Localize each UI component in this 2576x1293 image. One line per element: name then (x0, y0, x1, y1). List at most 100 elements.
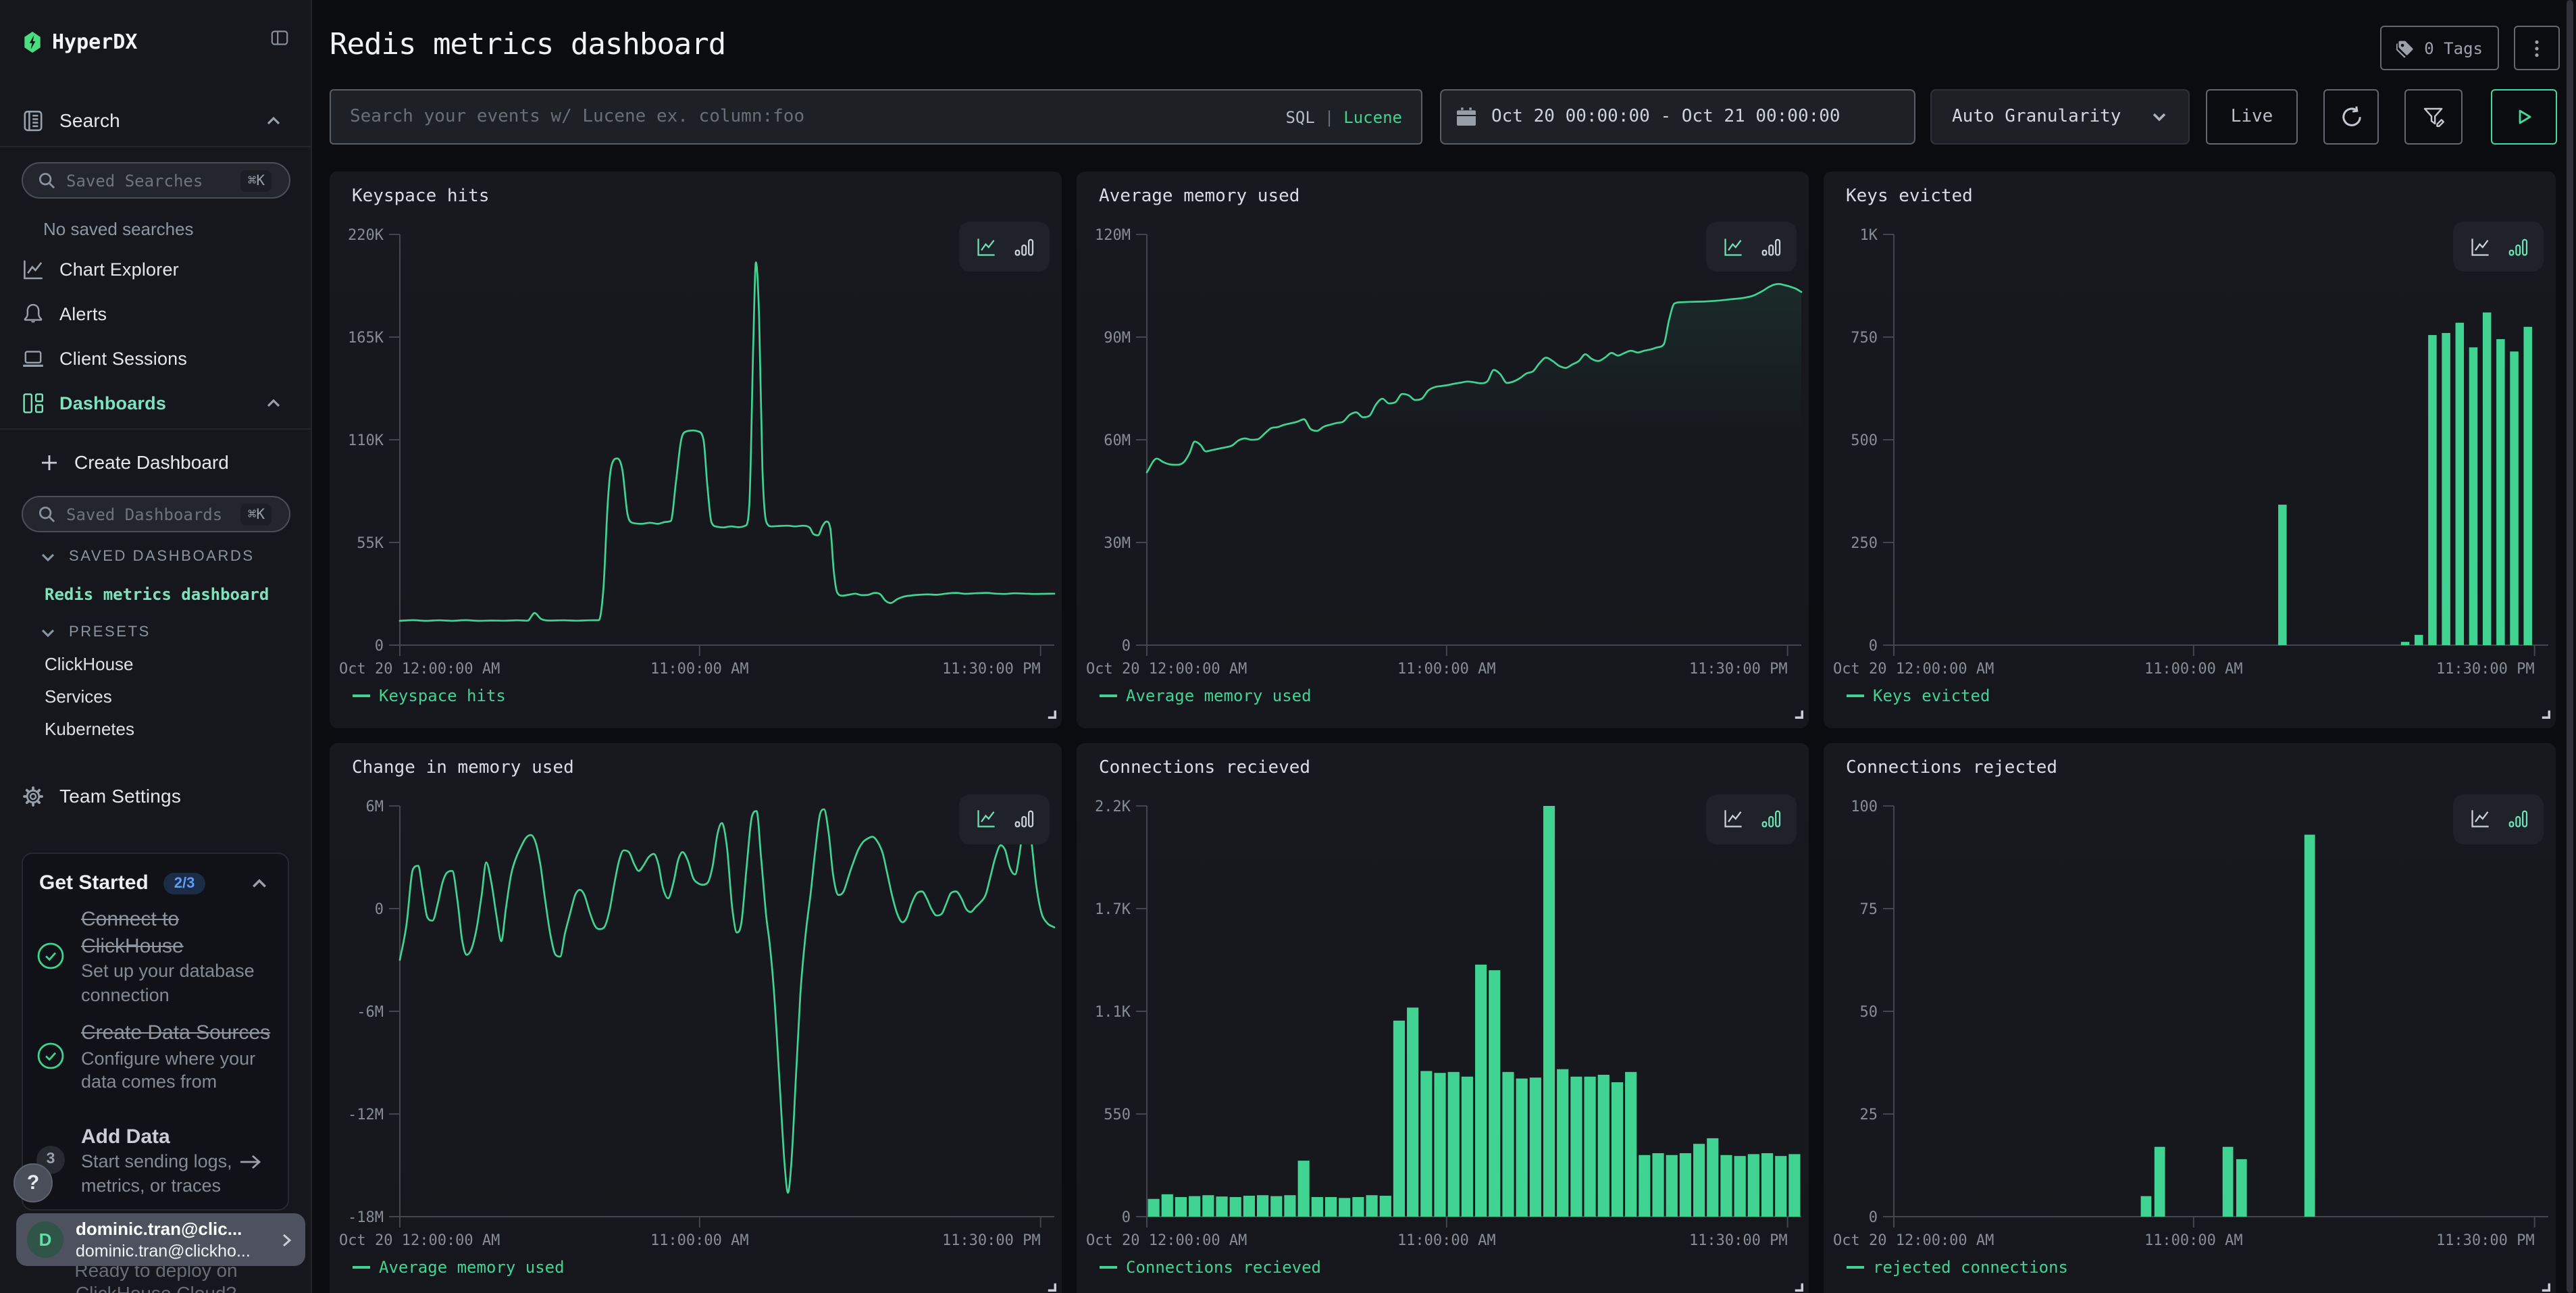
get-started-item-desc: Start sending logs, metrics, or traces (81, 1150, 246, 1197)
sidebar-item-services[interactable]: Services (45, 686, 112, 707)
sidebar-item-label: Dashboards (59, 392, 166, 413)
resize-handle[interactable] (1046, 709, 1056, 719)
live-button[interactable]: Live (2206, 89, 2298, 145)
user-account-button[interactable]: D dominic.tran@clic... dominic.tran@clic… (16, 1213, 305, 1266)
group-presets[interactable]: PRESETS (41, 624, 151, 640)
logo[interactable]: HyperDX (22, 22, 137, 62)
saved-searches-input[interactable]: Saved Searches ⌘K (22, 162, 290, 199)
svg-text:250: 250 (1850, 534, 1877, 551)
chevron-up-icon[interactable] (266, 113, 281, 128)
group-saved-dashboards[interactable]: SAVED DASHBOARDS (41, 549, 255, 565)
svg-text:Oct 20 12:00:00 AM: Oct 20 12:00:00 AM (1085, 660, 1246, 677)
get-started-item-add-data[interactable]: 3 Add Data Start sending logs, metrics, … (36, 1123, 274, 1197)
get-started-item-sources[interactable]: Create Data Sources Configure where your… (36, 1020, 274, 1094)
chart-type-toggle (1706, 222, 1797, 272)
legend-label: rejected connections (1873, 1258, 2068, 1277)
chevron-up-icon[interactable] (266, 395, 281, 410)
cmd-k-badge: ⌘K (241, 170, 272, 191)
bell-icon (22, 302, 45, 325)
tags-icon (2396, 39, 2415, 57)
bar-mode-icon[interactable] (2506, 808, 2528, 830)
chart-bar: 05501.1K1.7K2.2KOct 20 12:00:00 AM11:00:… (1076, 743, 1809, 1293)
lucene-toggle[interactable]: Lucene (1343, 107, 1402, 126)
bar-mode-icon[interactable] (1759, 808, 1781, 830)
granularity-value: Auto Granularity (1952, 107, 2150, 127)
svg-text:550: 550 (1103, 1107, 1130, 1123)
sidebar-item-clickhouse[interactable]: ClickHouse (45, 654, 134, 674)
chart-legend[interactable]: rejected connections (1846, 1258, 2068, 1277)
dashboard-icon (22, 391, 45, 414)
bar-mode-icon[interactable] (1759, 236, 1781, 257)
calendar-icon (1456, 107, 1476, 127)
sidebar-item-alerts[interactable]: Alerts (0, 296, 312, 331)
svg-text:0: 0 (1868, 1209, 1877, 1226)
get-started-item-connect[interactable]: Connect to ClickHouse Set up your databa… (36, 907, 274, 1007)
sidebar-item-client-sessions[interactable]: Client Sessions (0, 340, 312, 376)
sidebar-item-kubernetes[interactable]: Kubernetes (45, 719, 134, 739)
get-started-header[interactable]: Get Started 2/3 (36, 871, 274, 894)
resize-handle[interactable] (1793, 1282, 1803, 1291)
chart-legend[interactable]: Average memory used (352, 1258, 565, 1277)
collapse-sidebar-icon[interactable] (269, 28, 288, 47)
sidebar-item-chart-explorer[interactable]: Chart Explorer (0, 251, 312, 286)
granularity-select[interactable]: Auto Granularity (1930, 89, 2190, 145)
line-mode-icon[interactable] (1722, 236, 1743, 257)
more-options-button[interactable] (2514, 26, 2560, 70)
sidebar-item-search[interactable]: Search (0, 103, 312, 138)
chevron-down-icon (41, 549, 55, 564)
page-title: Redis metrics dashboard (330, 28, 725, 62)
sidebar-item-redis-dashboard[interactable]: Redis metrics dashboard (45, 585, 269, 604)
chart-line: 6M0-6M-12M-18MOct 20 12:00:00 AM11:00:00… (329, 743, 1062, 1293)
legend-swatch (352, 1266, 369, 1269)
help-button[interactable]: ? (14, 1163, 53, 1202)
saved-dashboards-placeholder: Saved Dashboards (66, 505, 241, 524)
svg-text:11:00:00 AM: 11:00:00 AM (2144, 1232, 2242, 1249)
chart-panel-1: Average memory used030M60M90M120MOct 20 … (1076, 171, 1809, 728)
sidebar-item-dashboards[interactable]: Dashboards (0, 385, 312, 420)
resize-handle[interactable] (1046, 1282, 1056, 1291)
run-query-button[interactable] (2491, 89, 2557, 145)
bar-mode-icon[interactable] (2506, 236, 2528, 257)
bar-mode-icon[interactable] (1012, 236, 1034, 257)
refresh-button[interactable] (2323, 89, 2379, 145)
date-range-input[interactable]: Oct 20 00:00:00 - Oct 21 00:00:00 (1440, 89, 1915, 145)
chart-legend[interactable]: Keys evicted (1846, 686, 1990, 705)
line-mode-icon[interactable] (1722, 808, 1743, 830)
tags-label: 0 Tags (2424, 39, 2483, 57)
sql-toggle[interactable]: SQL (1285, 107, 1314, 126)
resize-handle[interactable] (2540, 1282, 2550, 1291)
chart-type-toggle (2453, 222, 2544, 272)
resize-handle[interactable] (1793, 709, 1803, 719)
svg-text:-18M: -18M (347, 1209, 383, 1226)
line-mode-icon[interactable] (2469, 808, 2490, 830)
language-toggle: SQL | Lucene (1285, 107, 1402, 126)
group-label: SAVED DASHBOARDS (69, 549, 255, 565)
sidebar-item-team-settings[interactable]: Team Settings (0, 778, 312, 813)
scrollbar[interactable] (2567, 0, 2573, 1293)
create-dashboard-button[interactable]: Create Dashboard (41, 451, 229, 473)
filter-edit-button[interactable] (2404, 89, 2463, 145)
sidebar-item-label: Chart Explorer (59, 259, 179, 279)
chart-legend[interactable]: Connections recieved (1099, 1258, 1321, 1277)
svg-text:11:00:00 AM: 11:00:00 AM (1397, 660, 1495, 677)
chart-legend[interactable]: Keyspace hits (352, 686, 506, 705)
resize-handle[interactable] (2540, 709, 2550, 719)
line-mode-icon[interactable] (2469, 236, 2490, 257)
legend-label: Keyspace hits (379, 686, 506, 705)
bar-mode-icon[interactable] (1012, 808, 1034, 830)
svg-text:1.7K: 1.7K (1094, 901, 1131, 918)
chart-legend[interactable]: Average memory used (1099, 686, 1312, 705)
chevron-up-icon[interactable] (251, 875, 267, 891)
main-content: Redis metrics dashboard 0 Tags Search yo… (312, 0, 2576, 1293)
svg-text:100: 100 (1850, 798, 1877, 815)
get-started-item-title: Add Data (81, 1123, 274, 1150)
app: HyperDX Search Saved Searches ⌘K No (0, 0, 2576, 1293)
event-search-input[interactable]: Search your events w/ Lucene ex. column:… (330, 89, 1422, 145)
get-started-item-desc: Set up your database connection (81, 959, 274, 1007)
line-mode-icon[interactable] (975, 236, 996, 257)
saved-dashboards-input[interactable]: Saved Dashboards ⌘K (22, 496, 290, 532)
legend-label: Average memory used (1126, 686, 1312, 705)
tags-button[interactable]: 0 Tags (2379, 26, 2499, 70)
line-mode-icon[interactable] (975, 808, 996, 830)
svg-text:0: 0 (1868, 637, 1877, 654)
